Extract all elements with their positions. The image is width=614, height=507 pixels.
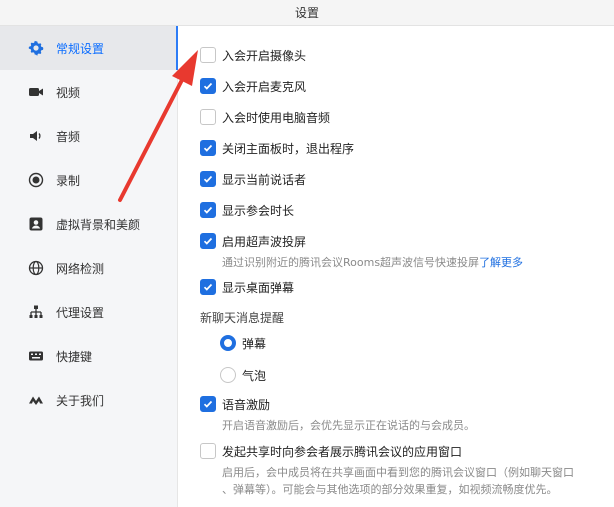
sidebar-item-label: 音频 <box>56 129 81 144</box>
settings-panel: 入会开启摄像头 入会开启麦克风 入会时使用电脑音频 关闭主面板时，退出程序 显示… <box>179 26 614 507</box>
chat-alert-danmaku-label: 弹幕 <box>242 336 267 351</box>
network-tree-icon <box>28 304 44 320</box>
show-speaker-option[interactable]: 显示当前说话者 <box>200 170 306 188</box>
share-app-window-label: 发起共享时向参会者展示腾讯会议的应用窗口 <box>222 444 463 459</box>
chat-alert-bubble-option[interactable]: 气泡 <box>220 366 266 384</box>
desktop-danmaku-option[interactable]: 显示桌面弹幕 <box>200 278 294 296</box>
exit-on-close-option[interactable]: 关闭主面板时，退出程序 <box>200 139 354 157</box>
ultrasonic-label: 启用超声波投屏 <box>222 234 307 249</box>
chat-alert-bubble-radio[interactable] <box>220 367 236 383</box>
sidebar-item-about[interactable]: 关于我们 <box>0 378 178 422</box>
sidebar-item-virtual-background[interactable]: 虚拟背景和美颜 <box>0 202 178 246</box>
share-app-window-description-line2: 、弹幕等）。可能会与其他选项的部分效果重复，如视频流畅度优先。 <box>222 483 558 496</box>
show-duration-checkbox[interactable] <box>200 202 216 218</box>
record-icon <box>28 172 44 188</box>
sidebar-item-proxy[interactable]: 代理设置 <box>0 290 178 334</box>
voice-motivation-description: 开启语音激励后，会优先显示正在说话的与会成员。 <box>222 419 475 432</box>
ultrasonic-description-text: 通过识别附近的腾讯会议Rooms超声波信号快速投屏 <box>222 256 480 269</box>
portrait-icon <box>28 216 44 232</box>
checkmark-icon <box>203 237 213 245</box>
learn-more-link[interactable]: 了解更多 <box>479 256 523 269</box>
sidebar-item-record[interactable]: 录制 <box>0 158 178 202</box>
desktop-danmaku-label: 显示桌面弹幕 <box>222 280 295 295</box>
share-app-window-option[interactable]: 发起共享时向参会者展示腾讯会议的应用窗口 <box>200 442 462 460</box>
show-speaker-label: 显示当前说话者 <box>222 172 307 187</box>
camera-on-join-option[interactable]: 入会开启摄像头 <box>200 46 306 64</box>
mic-on-join-option[interactable]: 入会开启麦克风 <box>200 77 306 95</box>
sidebar: 常规设置 视频 音频 录制 虚拟背景和美颜 网络检测 代理设置 快捷键 关于我们 <box>0 26 178 507</box>
voice-motivation-label: 语音激励 <box>222 397 271 412</box>
mic-on-join-checkbox[interactable] <box>200 78 216 94</box>
voice-motivation-checkbox[interactable] <box>200 396 216 412</box>
checkmark-icon <box>203 144 213 152</box>
chat-alert-danmaku-option[interactable]: 弹幕 <box>220 334 266 352</box>
checkmark-icon <box>203 400 213 408</box>
checkmark-icon <box>203 283 213 291</box>
chat-alert-danmaku-radio[interactable] <box>220 335 236 351</box>
camera-on-join-checkbox[interactable] <box>200 47 216 63</box>
gear-icon <box>28 40 44 56</box>
sidebar-item-label: 网络检测 <box>56 261 105 276</box>
sidebar-item-shortcuts[interactable]: 快捷键 <box>0 334 178 378</box>
window-title: 设置 <box>0 0 614 26</box>
ultrasonic-checkbox[interactable] <box>200 233 216 249</box>
chat-alert-bubble-label: 气泡 <box>242 368 267 383</box>
sidebar-item-label: 代理设置 <box>56 305 105 320</box>
sidebar-item-label: 关于我们 <box>56 393 105 408</box>
globe-icon <box>28 260 44 276</box>
sidebar-item-label: 视频 <box>56 85 81 100</box>
chat-alert-section-label: 新聊天消息提醒 <box>200 311 285 325</box>
sidebar-item-network-check[interactable]: 网络检测 <box>0 246 178 290</box>
sidebar-item-audio[interactable]: 音频 <box>0 114 178 158</box>
mic-on-join-label: 入会开启麦克风 <box>222 79 307 94</box>
ultrasonic-description: 通过识别附近的腾讯会议Rooms超声波信号快速投屏了解更多 <box>222 254 523 270</box>
checkmark-icon <box>203 175 213 183</box>
camera-on-join-label: 入会开启摄像头 <box>222 48 307 63</box>
checkmark-icon <box>203 206 213 214</box>
keyboard-icon <box>28 348 44 364</box>
sidebar-item-label: 常规设置 <box>56 41 105 56</box>
voice-motivation-option[interactable]: 语音激励 <box>200 395 270 413</box>
speaker-icon <box>28 128 44 144</box>
ultrasonic-option[interactable]: 启用超声波投屏 <box>200 232 306 250</box>
exit-on-close-checkbox[interactable] <box>200 140 216 156</box>
sidebar-item-general[interactable]: 常规设置 <box>0 26 178 70</box>
logo-icon <box>28 392 44 408</box>
sidebar-item-label: 虚拟背景和美颜 <box>56 217 141 232</box>
share-app-window-description-line1: 启用后，会中成员将在共享画面中看到您的腾讯会议窗口（例如聊天窗口 <box>222 466 574 479</box>
sidebar-item-video[interactable]: 视频 <box>0 70 178 114</box>
computer-audio-label: 入会时使用电脑音频 <box>222 110 331 125</box>
checkmark-icon <box>203 82 213 90</box>
show-duration-label: 显示参会时长 <box>222 203 295 218</box>
share-app-window-checkbox[interactable] <box>200 443 216 459</box>
computer-audio-option[interactable]: 入会时使用电脑音频 <box>200 108 330 126</box>
exit-on-close-label: 关闭主面板时，退出程序 <box>222 141 355 156</box>
sidebar-item-label: 录制 <box>56 173 81 188</box>
computer-audio-checkbox[interactable] <box>200 109 216 125</box>
sidebar-item-label: 快捷键 <box>56 349 93 364</box>
show-duration-option[interactable]: 显示参会时长 <box>200 201 294 219</box>
desktop-danmaku-checkbox[interactable] <box>200 279 216 295</box>
video-camera-icon <box>28 84 44 100</box>
show-speaker-checkbox[interactable] <box>200 171 216 187</box>
